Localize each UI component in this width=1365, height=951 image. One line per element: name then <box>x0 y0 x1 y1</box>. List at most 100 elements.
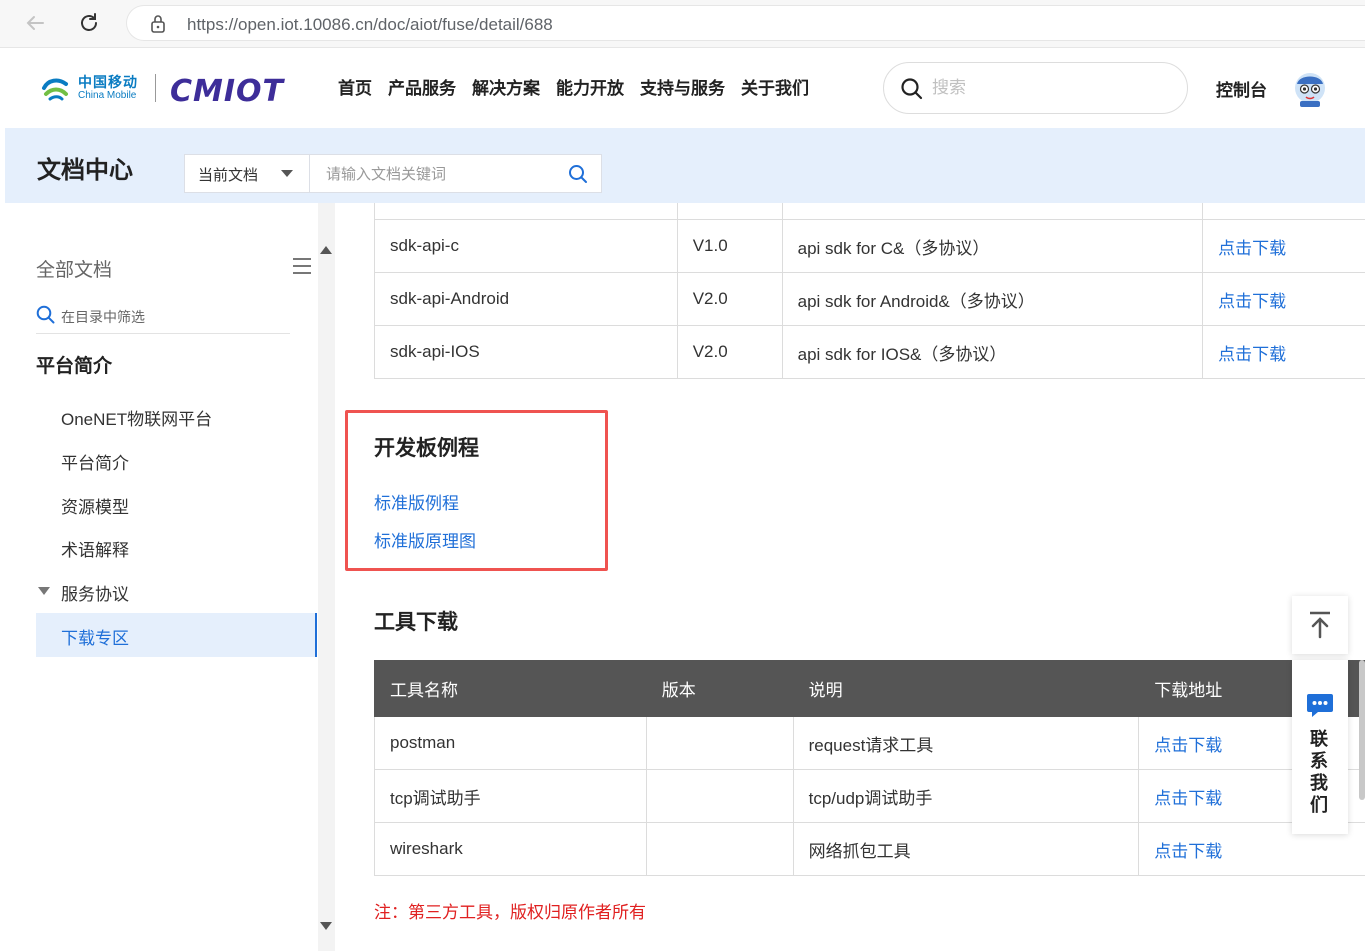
scroll-down-icon[interactable] <box>320 922 332 930</box>
tool-desc-cell: 网络抓包工具 <box>792 822 1140 876</box>
sdk-version-cell: V2.0 <box>676 325 783 379</box>
url-text: https://open.iot.10086.cn/doc/aiot/fuse/… <box>187 15 553 34</box>
table-row: sdk-api-Android V2.0 api sdk for Android… <box>374 272 1365 326</box>
main-content: sdk-api-c V1.0 api sdk for C&（多协议） 点击下载 … <box>335 203 1365 951</box>
tool-version-cell <box>645 822 794 876</box>
china-mobile-logo[interactable]: 中国移动 China Mobile <box>40 72 138 104</box>
column-header: 工具名称 <box>374 660 647 717</box>
sdk-desc-cell: api sdk for IOS&（多协议） <box>781 325 1204 379</box>
tool-name-cell: tcp调试助手 <box>374 769 647 823</box>
sdk-desc-cell: api sdk for C&（多协议） <box>781 219 1204 273</box>
table-row <box>374 203 1365 220</box>
table-header-row: 工具名称 版本 说明 下载地址 <box>374 660 1365 717</box>
column-header: 版本 <box>645 660 794 717</box>
sidebar-item-intro[interactable]: 平台简介 <box>61 449 129 474</box>
doc-search: 当前文档 <box>184 154 602 193</box>
doc-center-band: 文档中心 当前文档 <box>5 128 1365 203</box>
standard-schematic-link[interactable]: 标准版原理图 <box>374 527 476 552</box>
caret-down-icon[interactable] <box>38 587 50 595</box>
tool-version-cell <box>645 769 794 823</box>
download-link[interactable]: 点击下载 <box>1218 239 1286 258</box>
caret-down-icon <box>281 170 293 177</box>
sidebar-item-service-agreement[interactable]: 服务协议 <box>61 580 129 605</box>
sidebar-item-resource-model[interactable]: 资源模型 <box>61 493 129 518</box>
site-search-input[interactable] <box>932 75 1162 101</box>
sdk-name-cell: sdk-api-IOS <box>374 325 678 379</box>
avatar[interactable] <box>1292 68 1328 108</box>
console-link[interactable]: 控制台 <box>1216 76 1267 101</box>
doc-scope-label: 当前文档 <box>198 167 259 184</box>
nav-item-support[interactable]: 支持与服务 <box>640 74 725 99</box>
reload-icon <box>81 13 97 31</box>
browser-toolbar: https://open.iot.10086.cn/doc/aiot/fuse/… <box>0 0 1365 48</box>
logo-divider <box>155 74 156 102</box>
download-link[interactable]: 点击下载 <box>1154 789 1222 808</box>
sidebar-item-label: 下载专区 <box>61 629 129 648</box>
lock-icon <box>151 15 165 33</box>
copyright-note: 注：第三方工具，版权归原作者所有 <box>374 903 646 922</box>
search-icon[interactable] <box>900 77 924 101</box>
page-scrollbar-thumb[interactable] <box>1359 660 1365 800</box>
doc-scope-select[interactable]: 当前文档 <box>185 155 310 192</box>
doc-search-input[interactable] <box>326 163 556 185</box>
sidebar-section-title[interactable]: 平台简介 <box>36 351 112 378</box>
tool-name-cell: wireshark <box>374 822 647 876</box>
arrow-left-icon <box>26 16 44 30</box>
scroll-up-icon[interactable] <box>320 246 332 254</box>
back-to-top-button[interactable] <box>1292 596 1348 654</box>
doc-center-title: 文档中心 <box>37 157 133 184</box>
reload-button[interactable] <box>74 8 104 38</box>
sdk-name-cell: sdk-api-c <box>374 219 678 273</box>
dev-board-title: 开发板例程 <box>374 437 479 460</box>
search-icon <box>36 305 55 324</box>
sidebar-scrollbar[interactable] <box>318 203 335 951</box>
sdk-name-cell: sdk-api-Android <box>374 272 678 326</box>
column-header: 说明 <box>792 660 1140 717</box>
table-row: postman request请求工具 点击下载 <box>374 716 1365 770</box>
table-row: sdk-api-c V1.0 api sdk for C&（多协议） 点击下载 <box>374 219 1365 273</box>
china-mobile-logo-icon <box>42 78 68 101</box>
sdk-version-cell: V1.0 <box>676 219 783 273</box>
site-search-box <box>883 62 1188 114</box>
table-row: sdk-api-IOS V2.0 api sdk for IOS&（多协议） 点… <box>374 325 1365 379</box>
download-link[interactable]: 点击下载 <box>1154 842 1222 861</box>
table-row: tcp调试助手 tcp/udp调试助手 点击下载 <box>374 769 1365 823</box>
sdk-version-cell: V2.0 <box>676 272 783 326</box>
sidebar-item-downloads[interactable]: 下载专区 <box>36 613 317 657</box>
sdk-table: sdk-api-c V1.0 api sdk for C&（多协议） 点击下载 … <box>374 203 1365 379</box>
tool-desc-cell: request请求工具 <box>792 716 1140 770</box>
logo-cn-text: 中国移动 <box>78 74 138 90</box>
search-icon[interactable] <box>568 164 588 184</box>
address-bar[interactable]: https://open.iot.10086.cn/doc/aiot/fuse/… <box>126 5 1365 41</box>
nav-item-solutions[interactable]: 解决方案 <box>472 74 540 99</box>
arrow-up-icon <box>1310 611 1330 639</box>
tool-desc-cell: tcp/udp调试助手 <box>792 769 1140 823</box>
logo-en-text: China Mobile <box>78 90 137 101</box>
tool-version-cell <box>645 716 794 770</box>
sidebar: 全部文档 在目录中筛选 平台简介 OneNET物联网平台 平台简介 资源模型 术… <box>0 203 318 951</box>
sdk-desc-cell: api sdk for Android&（多协议） <box>781 272 1204 326</box>
contact-us-label: 联系我们 <box>1310 729 1328 815</box>
download-link[interactable]: 点击下载 <box>1218 345 1286 364</box>
all-docs-title[interactable]: 全部文档 <box>36 255 112 282</box>
download-link[interactable]: 点击下载 <box>1218 292 1286 311</box>
sidebar-filter-placeholder: 在目录中筛选 <box>61 309 145 325</box>
nav-item-home[interactable]: 首页 <box>338 74 372 99</box>
sidebar-item-glossary[interactable]: 术语解释 <box>61 536 129 561</box>
tools-title: 工具下载 <box>374 611 458 634</box>
download-link[interactable]: 点击下载 <box>1154 736 1222 755</box>
contact-us-button[interactable]: 联系我们 <box>1292 660 1348 834</box>
sidebar-item-onenet[interactable]: OneNET物联网平台 <box>61 405 212 430</box>
table-row: wireshark 网络抓包工具 点击下载 <box>374 822 1365 876</box>
sidebar-filter[interactable]: 在目录中筛选 <box>36 303 290 334</box>
menu-icon[interactable] <box>292 257 312 275</box>
standard-example-link[interactable]: 标准版例程 <box>374 489 459 514</box>
tools-table: 工具名称 版本 说明 下载地址 postman request请求工具 点击下载… <box>374 660 1365 876</box>
main-nav: 首页 产品服务 解决方案 能力开放 支持与服务 关于我们 <box>338 74 809 99</box>
nav-item-capabilities[interactable]: 能力开放 <box>556 74 624 99</box>
back-button[interactable] <box>20 8 50 38</box>
nav-item-about[interactable]: 关于我们 <box>741 74 809 99</box>
chat-icon <box>1307 694 1333 717</box>
nav-item-products[interactable]: 产品服务 <box>388 74 456 99</box>
cmiot-logo[interactable]: CMIOT <box>170 74 284 109</box>
